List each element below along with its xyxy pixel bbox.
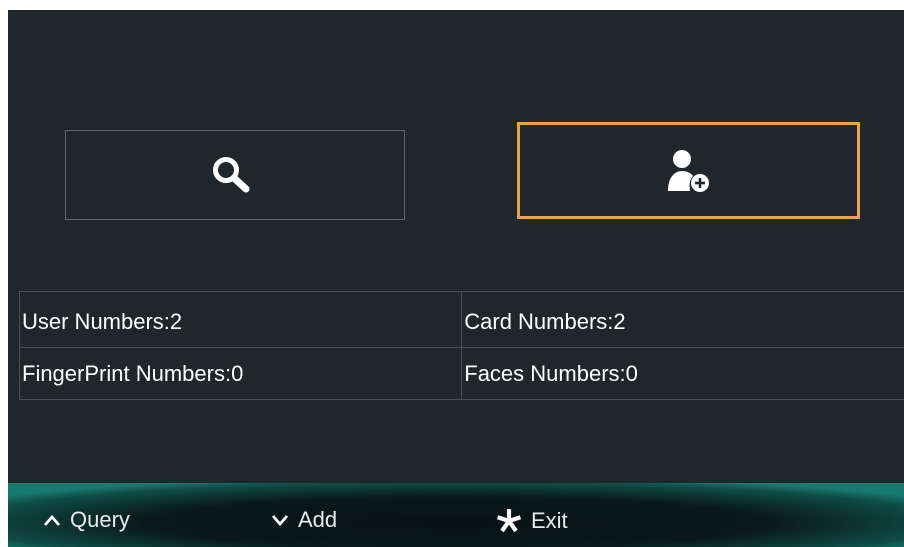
footer-add-label: Add <box>298 507 338 532</box>
add-user-icon <box>667 149 709 192</box>
add-user-button[interactable] <box>517 122 860 219</box>
query-button[interactable] <box>65 130 405 220</box>
card-numbers: Card Numbers:2 <box>461 291 904 348</box>
footer-exit-label: Exit <box>531 508 568 533</box>
table-row: User Numbers:2 Card Numbers:2 <box>18 291 904 348</box>
table-row: FingerPrint Numbers:0 Faces Numbers:0 <box>18 347 904 400</box>
screen: User Numbers:2 Card Numbers:2 FingerPrin… <box>8 10 904 547</box>
search-icon <box>213 157 250 193</box>
stats-table: User Numbers:2 Card Numbers:2 FingerPrin… <box>18 291 904 400</box>
user-numbers: User Numbers:2 <box>18 291 463 348</box>
chevron-up-icon <box>43 514 61 526</box>
footer-query[interactable]: Query <box>42 507 130 533</box>
footer-bar: Query Add Exit <box>8 483 904 547</box>
asterisk-icon <box>496 509 522 533</box>
footer-add[interactable]: Add <box>270 507 337 533</box>
footer-exit[interactable]: Exit <box>495 507 568 535</box>
fingerprint-numbers: FingerPrint Numbers:0 <box>18 347 463 400</box>
footer-query-label: Query <box>70 507 130 532</box>
faces-numbers: Faces Numbers:0 <box>461 347 904 400</box>
chevron-down-icon <box>271 515 289 527</box>
